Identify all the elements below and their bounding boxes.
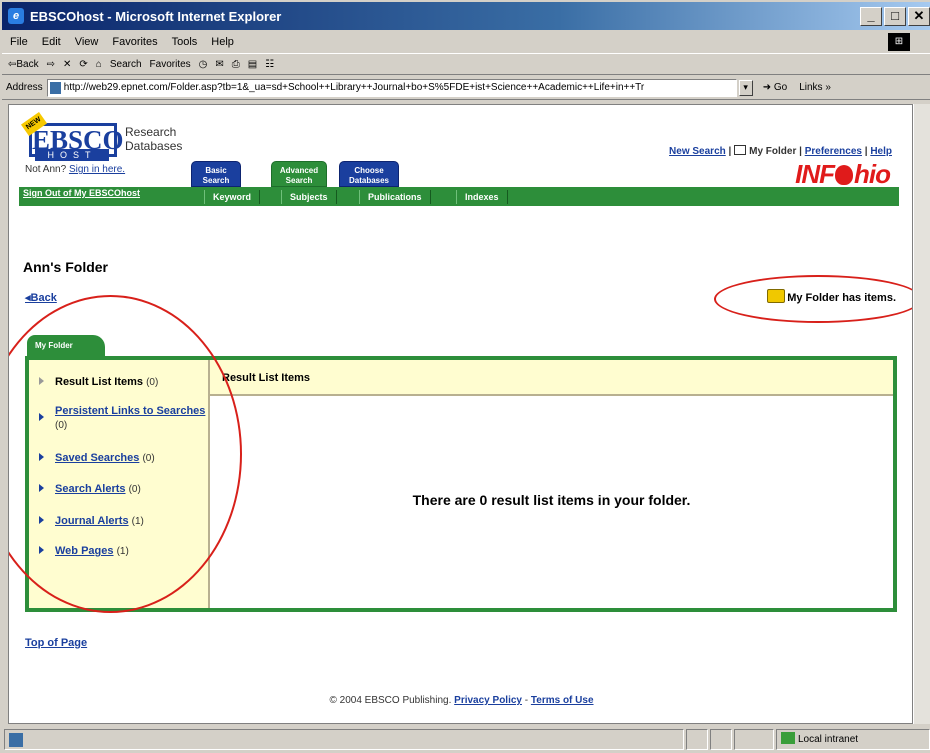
vertical-scrollbar[interactable] [913,104,930,724]
back-link[interactable]: ◂Back [25,291,57,304]
subtab-subjects[interactable]: Subjects [281,190,337,204]
ie-page-icon [9,733,23,747]
minimize-button[interactable]: _ [860,7,882,26]
security-zone: Local intranet [776,729,930,750]
copyright-text: © 2004 EBSCO Publishing. [329,695,452,706]
preferences-link[interactable]: Preferences [805,146,862,157]
address-url: http://web29.epnet.com/Folder.asp?tb=1&_… [63,81,645,93]
tab-advanced-search[interactable]: Advanced Search [271,161,327,187]
menu-help[interactable]: Help [211,36,234,48]
footer: © 2004 EBSCO Publishing. Privacy Policy … [9,695,912,706]
home-button[interactable]: ⌂ [96,59,102,70]
status-cell [734,729,774,750]
menu-favorites[interactable]: Favorites [112,36,157,48]
address-dropdown-button[interactable]: ▾ [738,79,753,96]
tab-basic-search[interactable]: Basic Search [191,161,241,187]
status-message [4,729,684,750]
title-bar: e EBSCOhost - Microsoft Internet Explore… [2,2,930,30]
sign-in-link[interactable]: Sign in here. [69,164,125,175]
sign-out-link[interactable]: Sign Out of My EBSCOhost [23,188,140,198]
browser-window: e EBSCOhost - Microsoft Internet Explore… [0,0,930,753]
footer-separator: - [524,695,529,706]
privacy-policy-link[interactable]: Privacy Policy [454,695,522,706]
history-button[interactable]: ◷ [199,59,208,70]
subtab-indexes[interactable]: Indexes [456,190,508,204]
menu-view[interactable]: View [75,36,99,48]
menu-tools[interactable]: Tools [172,36,198,48]
mail-button[interactable]: ✉ [215,59,223,70]
favorites-button[interactable]: Favorites [150,59,191,70]
menu-file[interactable]: File [10,36,28,48]
new-search-link[interactable]: New Search [669,146,726,157]
result-list-header: Result List Items [210,360,893,396]
empty-folder-message: There are 0 result list items in your fo… [412,492,691,508]
ie-icon: e [8,8,24,24]
address-bar: Address http://web29.epnet.com/Folder.as… [2,76,930,100]
go-label: Go [773,82,788,93]
tab-label: Basic [205,166,227,175]
page-title: Ann's Folder [23,259,108,275]
discuss-button[interactable]: ☷ [265,59,274,70]
close-button[interactable]: ✕ [908,7,930,26]
back-button[interactable]: ⇦Back [8,59,39,70]
address-label: Address [6,82,43,93]
tab-label: Databases [348,176,390,185]
subtab-publications[interactable]: Publications [359,190,431,204]
logo-research: Research [125,125,177,139]
standard-toolbar: ⇦Back ⇨ ✕ ⟳ ⌂ Search Favorites ◷ ✉ ⎙ ▤ ☷ [2,53,930,75]
status-cell [686,729,708,750]
tab-label: Choose [354,166,384,175]
nav-bar: Sign Out of My EBSCOhost Keyword Subject… [19,187,899,206]
logo-tagline: Research Databases [125,125,195,153]
refresh-button[interactable]: ⟳ [79,59,87,70]
intranet-icon [781,732,795,744]
infohio-text-a: INF [795,159,835,189]
annotation-oval [714,275,912,323]
sign-in-prompt: Not Ann? Sign in here. [25,164,125,175]
stop-button[interactable]: ✕ [63,59,71,70]
tab-label: Search [202,176,230,185]
infohio-text-b: hio [854,159,891,189]
top-of-page-link[interactable]: Top of Page [25,637,87,649]
links-button[interactable]: Links » [799,82,831,93]
tab-label: Search [285,176,313,185]
subtab-keyword[interactable]: Keyword [204,190,261,204]
status-cell [710,729,732,750]
menu-bar: File Edit View Favorites Tools Help ⊞ [2,32,930,52]
go-button[interactable]: ➜ Go [763,82,788,93]
tab-choose-databases[interactable]: Choose Databases [339,161,399,187]
edit-button[interactable]: ▤ [248,59,257,70]
search-button[interactable]: Search [110,59,142,70]
window-title: EBSCOhost - Microsoft Internet Explorer [30,8,282,24]
zone-label: Local intranet [798,734,859,745]
help-link[interactable]: Help [870,146,892,157]
status-bar: Local intranet [2,726,930,753]
print-button[interactable]: ⎙ [232,59,240,70]
address-input[interactable]: http://web29.epnet.com/Folder.asp?tb=1&_… [46,78,737,97]
terms-of-use-link[interactable]: Terms of Use [531,695,594,706]
top-links: New Search | My Folder | Preferences | H… [669,145,892,157]
my-folder-link[interactable]: My Folder [749,146,796,157]
tab-label: Advanced [279,166,319,175]
web-page: EBSCO HOST NEW Research Databases Not Ann… [8,104,913,724]
folder-icon [734,145,747,155]
menu-edit[interactable]: Edit [42,36,61,48]
maximize-button[interactable]: □ [884,7,906,26]
infohio-logo: INF hio [795,159,891,190]
page-icon [49,81,61,94]
windows-logo-icon: ⊞ [888,33,910,51]
links-label: Links [799,82,823,93]
logo-databases: Databases [125,139,183,153]
not-user-text: Not Ann? [25,164,67,175]
ohio-shape-icon [835,165,853,185]
logo-host-text: HOST [35,149,109,161]
forward-button[interactable]: ⇨ [47,59,55,70]
